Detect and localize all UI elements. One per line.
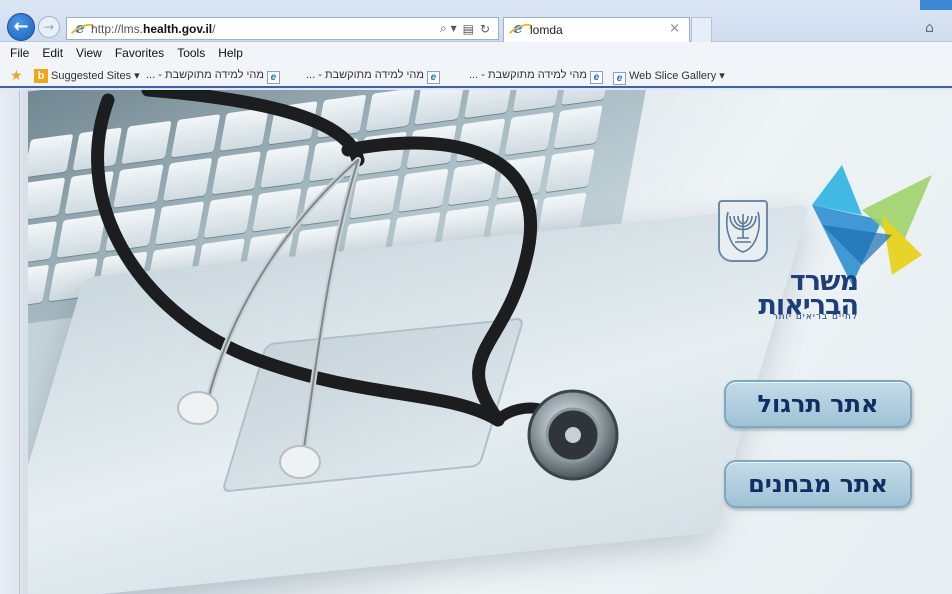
close-tab-icon[interactable]: ×: [669, 21, 680, 36]
tab-title: lomda: [530, 23, 563, 37]
new-tab-button[interactable]: [691, 17, 712, 42]
url-host: health.gov.il: [143, 22, 213, 36]
browser-titlebar: ← → e http://lms.health.gov.il/ ⌕ ▾ ▤ ↻ …: [0, 0, 952, 42]
compatibility-icon[interactable]: ▤: [463, 22, 474, 36]
menu-favorites[interactable]: Favorites: [115, 46, 164, 60]
favorites-link-1[interactable]: eמהי למידה מתוקשבת - ...: [146, 69, 283, 84]
tab-lomda[interactable]: e lomda ×: [503, 17, 690, 42]
fav-ie-icon: e: [426, 71, 440, 84]
back-button[interactable]: ←: [7, 13, 35, 41]
fav-ie-icon: e: [266, 71, 280, 84]
refresh-icon[interactable]: ↻: [480, 22, 490, 36]
favorites-bar: ★ b Suggested Sites ▾ eמהי למידה מתוקשבת…: [0, 64, 952, 88]
state-emblem-icon: [718, 200, 768, 262]
address-bar[interactable]: e http://lms.health.gov.il/ ⌕ ▾ ▤ ↻: [66, 17, 499, 40]
menu-file[interactable]: File: [10, 46, 29, 60]
address-url[interactable]: http://lms.health.gov.il/: [91, 22, 215, 36]
fav-link-label: מהי למידה מתוקשבת - ...: [146, 69, 264, 81]
address-tools: ⌕ ▾ ▤ ↻: [440, 21, 490, 36]
back-arrow-icon: ←: [13, 16, 29, 37]
menu-bar: File Edit View Favorites Tools Help: [0, 42, 952, 64]
favorites-web-slice-gallery[interactable]: e Web Slice Gallery ▾: [610, 69, 725, 85]
url-prefix: http://lms.: [91, 22, 144, 36]
favorites-link-2[interactable]: eמהי למידה מתוקשבת - ...: [306, 69, 443, 84]
bing-icon: b: [34, 69, 48, 83]
menu-edit[interactable]: Edit: [42, 46, 63, 60]
exams-site-button[interactable]: אתר מבחנים: [724, 460, 912, 508]
fav-link-label: מהי למידה מתוקשבת - ...: [469, 69, 587, 81]
ie-page-icon: e: [72, 21, 88, 37]
favorites-suggested-sites[interactable]: Suggested Sites ▾: [51, 69, 140, 82]
fav-link-label: Web Slice Gallery ▾: [629, 70, 725, 82]
ministry-name: משרד הבריאות: [748, 268, 859, 319]
fav-ie-icon: e: [613, 72, 626, 85]
menu-help[interactable]: Help: [218, 46, 243, 60]
ministry-tagline: לחיים בריאים יותר: [772, 312, 858, 322]
practice-site-button[interactable]: אתר תרגול: [724, 380, 912, 428]
url-suffix: /: [212, 22, 216, 36]
favorites-link-3[interactable]: eמהי למידה מתוקשבת - ...: [469, 69, 606, 84]
menu-view[interactable]: View: [76, 46, 102, 60]
search-icon[interactable]: ⌕ ▾: [440, 21, 457, 36]
forward-button[interactable]: →: [38, 16, 60, 38]
favorites-star-icon[interactable]: ★: [10, 68, 23, 82]
page-left-gutter: [0, 90, 22, 594]
hero-banner: משרד הבריאות לחיים בריאים יותר אתר תרגול…: [22, 90, 952, 594]
window-corner-strip: [920, 0, 952, 10]
fav-ie-icon: e: [589, 71, 603, 84]
fav-link-label: מהי למידה מתוקשבת - ...: [306, 69, 424, 81]
home-icon[interactable]: ⌂: [925, 20, 941, 36]
tab-ie-icon: e: [510, 21, 526, 37]
forward-arrow-icon: →: [43, 20, 55, 34]
menu-tools[interactable]: Tools: [177, 46, 205, 60]
menorah-icon: [726, 211, 760, 253]
